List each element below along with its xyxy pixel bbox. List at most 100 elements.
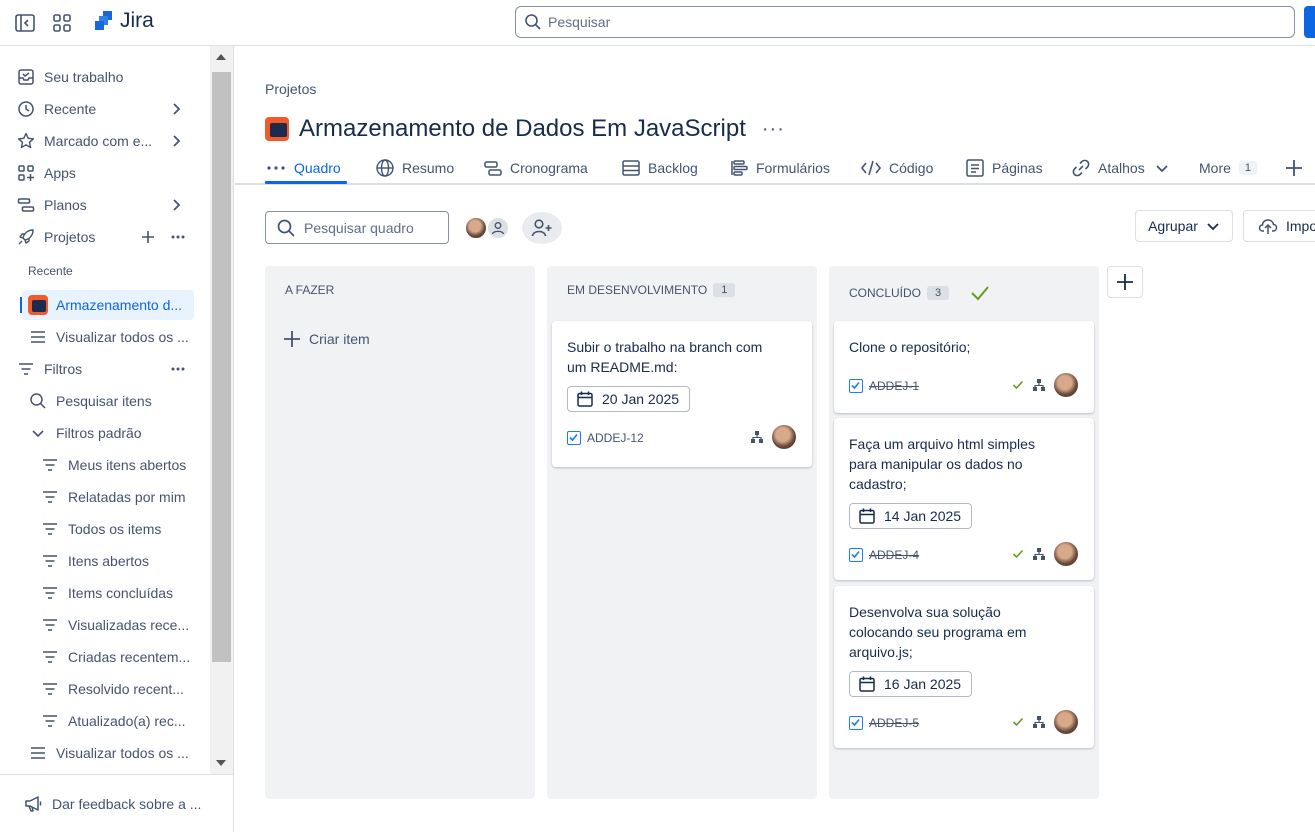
tab-pages[interactable]: Páginas: [965, 152, 1043, 183]
filter-item[interactable]: Criadas recentem...: [40, 643, 190, 671]
sidebar-item-recent-project[interactable]: Armazenamento d...: [28, 291, 182, 319]
tab-summary[interactable]: Resumo: [375, 152, 454, 183]
tab-backlog[interactable]: Backlog: [621, 152, 698, 183]
sidebar-item-plans[interactable]: Planos: [16, 191, 87, 219]
chevron-right-icon[interactable]: [168, 133, 184, 149]
filter-item[interactable]: Visualizadas rece...: [40, 611, 189, 639]
tab-label: Backlog: [648, 159, 698, 176]
filter-item[interactable]: Meus itens abertos: [40, 451, 186, 479]
plus-icon: [284, 331, 300, 347]
filter-icon: [40, 487, 60, 507]
board-icon: [265, 160, 287, 176]
due-date-badge[interactable]: 14 Jan 2025: [849, 503, 973, 529]
add-project-icon[interactable]: [140, 229, 156, 245]
issue-card[interactable]: Faça um arquivo html simples para manipu…: [834, 418, 1094, 580]
tab-label: Quadro: [294, 159, 341, 176]
due-date-badge[interactable]: 20 Jan 2025: [567, 386, 691, 412]
filter-item-label: Atualizado(a) rec...: [68, 713, 186, 729]
global-search-input[interactable]: Pesquisar: [515, 6, 1295, 38]
add-people-button[interactable]: [522, 212, 562, 244]
jira-logo[interactable]: Jira: [92, 9, 154, 33]
sidebar-item-your-work[interactable]: Seu trabalho: [16, 63, 123, 91]
search-icon: [277, 219, 295, 237]
forms-icon: [729, 158, 749, 178]
sidebar-toggle-icon[interactable]: [14, 12, 36, 34]
assignee-avatar[interactable]: [772, 425, 796, 449]
sidebar-scrollbar[interactable]: [210, 46, 233, 774]
chevron-right-icon[interactable]: [168, 101, 184, 117]
avatar[interactable]: [464, 216, 488, 240]
tab-label: Código: [889, 159, 934, 176]
chevron-right-icon[interactable]: [168, 197, 184, 213]
import-button[interactable]: Impo: [1243, 210, 1315, 242]
assignee-avatar[interactable]: [1054, 710, 1078, 734]
issue-card[interactable]: Clone o repositório; ADDEJ-1: [834, 321, 1094, 413]
board-search-input[interactable]: Pesquisar quadro: [265, 211, 449, 244]
scrollbar-thumb[interactable]: [212, 72, 231, 662]
app-switcher-icon[interactable]: [51, 12, 73, 34]
board-column-done: CONCLUÍDO 3 Clone o repositório; ADDEJ-1…: [829, 266, 1099, 799]
clock-icon: [16, 99, 36, 119]
tab-shortcuts[interactable]: Atalhos: [1071, 152, 1176, 183]
issue-key[interactable]: ADDEJ-4: [849, 548, 919, 562]
sidebar-item-search-items[interactable]: Pesquisar itens: [28, 387, 152, 415]
sidebar-item-view-all-projects[interactable]: Visualizar todos os ...: [28, 323, 189, 351]
column-count-badge: 3: [927, 286, 950, 300]
assignee-avatar[interactable]: [1054, 542, 1078, 566]
tab-forms[interactable]: Formulários: [729, 152, 830, 183]
scroll-up-arrow-icon[interactable]: [216, 54, 226, 60]
more-actions-button[interactable]: ···: [762, 118, 785, 141]
issue-card[interactable]: Subir o trabalho na branch com um README…: [552, 321, 812, 467]
scroll-down-arrow-icon[interactable]: [216, 760, 226, 766]
issue-key[interactable]: ADDEJ-5: [849, 716, 919, 730]
sidebar-scroll-area: Seu trabalho Recente Marcado com e... Ap…: [0, 46, 210, 774]
filter-item[interactable]: Atualizado(a) rec...: [40, 707, 186, 735]
sidebar-item-recent[interactable]: Recente: [16, 95, 96, 123]
sidebar-item-apps[interactable]: Apps: [16, 159, 76, 187]
filter-item[interactable]: Items concluídas: [40, 579, 173, 607]
apps-icon: [16, 163, 36, 183]
more-filters-icon[interactable]: [170, 361, 186, 377]
chevron-down-icon: [1207, 223, 1219, 231]
more-projects-icon[interactable]: [170, 229, 186, 245]
filter-icon: [40, 615, 60, 635]
group-by-button[interactable]: Agrupar: [1135, 210, 1233, 242]
active-indicator: [20, 297, 22, 313]
sidebar-item-default-filters[interactable]: Filtros padrão: [28, 419, 142, 447]
column-header: A FAZER: [285, 283, 334, 297]
issue-key-label: ADDEJ-5: [869, 716, 920, 730]
create-item-button[interactable]: Criar item: [283, 330, 370, 348]
add-tab-button[interactable]: [1285, 152, 1310, 183]
issue-key[interactable]: ADDEJ-1: [849, 379, 919, 393]
tab-code[interactable]: Código: [860, 152, 933, 183]
list-icon: [28, 743, 48, 763]
filter-item[interactable]: Itens abertos: [40, 547, 149, 575]
breadcrumb[interactable]: Projetos: [265, 81, 316, 97]
sidebar-item-view-all-filters[interactable]: Visualizar todos os ...: [28, 739, 189, 767]
sidebar-item-projects[interactable]: Projetos: [16, 223, 95, 251]
filter-item[interactable]: Relatadas por mim: [40, 483, 186, 511]
sidebar-item-filters[interactable]: Filtros: [16, 355, 82, 383]
filter-item-label: Itens abertos: [68, 553, 149, 569]
active-tab-indicator: [265, 181, 347, 184]
tab-more[interactable]: More 1: [1199, 152, 1258, 183]
add-column-button[interactable]: [1107, 266, 1143, 298]
filter-item[interactable]: Todos os items: [40, 515, 161, 543]
assignee-filter[interactable]: [464, 216, 514, 240]
calendar-icon: [577, 391, 593, 407]
due-date-badge[interactable]: 16 Jan 2025: [849, 671, 973, 697]
issue-key[interactable]: ADDEJ-12: [567, 431, 644, 445]
inbox-icon: [16, 67, 36, 87]
feedback-link[interactable]: Dar feedback sobre a ...: [0, 774, 234, 832]
filter-item[interactable]: Resolvido recent...: [40, 675, 184, 703]
sidebar-item-starred[interactable]: Marcado com e...: [16, 127, 152, 155]
unassigned-avatar[interactable]: [486, 216, 510, 240]
megaphone-icon: [24, 795, 44, 813]
done-check-icon: [971, 286, 989, 301]
tab-board[interactable]: Quadro: [265, 152, 341, 183]
assignee-avatar[interactable]: [1054, 373, 1078, 397]
column-title: A FAZER: [285, 283, 335, 297]
create-button[interactable]: [1304, 6, 1315, 38]
tab-timeline[interactable]: Cronograma: [483, 152, 588, 183]
issue-card[interactable]: Desenvolva sua solução colocando seu pro…: [834, 586, 1094, 748]
